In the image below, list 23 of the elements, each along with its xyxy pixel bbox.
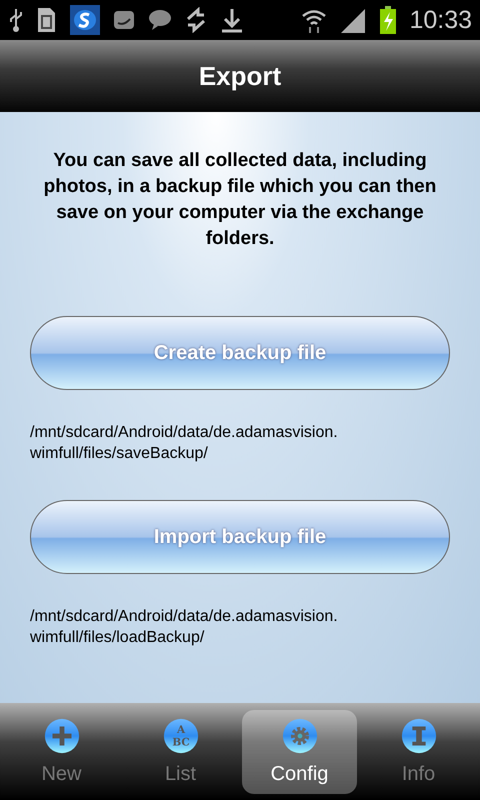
info-icon bbox=[400, 716, 438, 754]
usb-icon bbox=[8, 7, 24, 33]
app-icon bbox=[70, 5, 100, 35]
gear-icon bbox=[280, 716, 318, 754]
speech-bubble-icon bbox=[148, 8, 172, 32]
intro-text: You can save all collected data, including photos, in a backup file which you can then save on your computer via the exchange folders. bbox=[42, 149, 438, 251]
tab[interactable]: Info bbox=[361, 710, 476, 794]
path-text: /mnt/sdcard/Android/data/de.adamasvision. wimfull/files/saveBackup/ bbox=[30, 423, 339, 464]
tab[interactable]: New bbox=[4, 710, 119, 794]
sim-card-icon bbox=[36, 6, 58, 34]
screen-title: Export bbox=[198, 60, 282, 92]
letters-icon: A BC bbox=[162, 716, 200, 754]
wifi-icon bbox=[301, 7, 328, 33]
tab[interactable]: Config bbox=[242, 710, 357, 794]
sync-arrows-icon bbox=[184, 7, 208, 33]
plus-icon bbox=[42, 716, 80, 754]
clock: 10:33 bbox=[409, 6, 472, 34]
tab[interactable]: A BC List bbox=[123, 710, 238, 794]
chat-icon bbox=[112, 8, 136, 32]
path-text: /mnt/sdcard/Android/data/de.adamasvision. wimfull/files/loadBackup/ bbox=[30, 607, 339, 648]
download-icon bbox=[220, 7, 244, 33]
battery-charging-icon bbox=[379, 6, 398, 34]
signal-icon bbox=[339, 7, 368, 33]
